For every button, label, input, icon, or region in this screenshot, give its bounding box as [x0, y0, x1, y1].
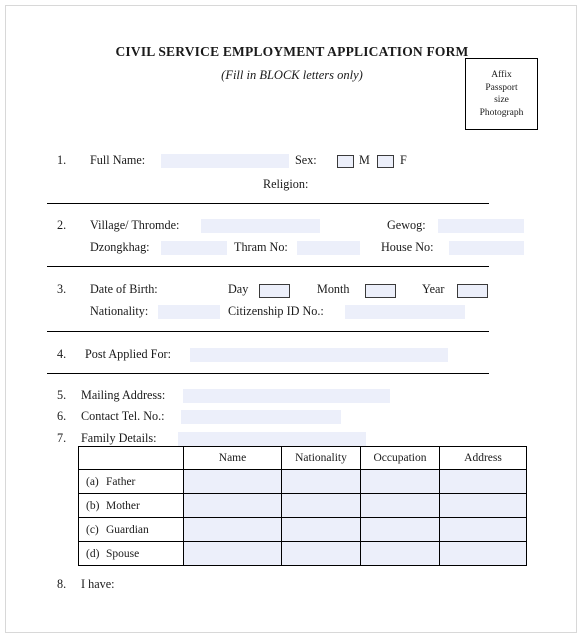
house-no-input[interactable]: [449, 241, 524, 255]
dzongkhag-label: Dzongkhag:: [90, 240, 150, 254]
family-details-table: Name Nationality Occupation Address (a) F…: [78, 446, 527, 566]
citizenship-id-label: Citizenship ID No.:: [228, 304, 324, 318]
row-mark: (c): [86, 523, 99, 536]
day-label: Day: [228, 282, 249, 296]
family-details-input[interactable]: [178, 432, 366, 446]
section-divider-1: [47, 203, 489, 204]
cell-mother-address[interactable]: [439, 493, 527, 518]
row-label-text: Spouse: [106, 547, 140, 560]
house-no-label: House No:: [381, 240, 434, 254]
section-divider-3: [47, 331, 489, 332]
contact-tel-input[interactable]: [181, 410, 341, 424]
village-thromde-label: Village/ Thromde:: [90, 218, 180, 232]
religion-label: Religion:: [263, 177, 309, 191]
family-details-label: Family Details:: [81, 431, 157, 445]
photo-box-line-4: Photograph: [479, 107, 524, 118]
item-1-number: 1.: [57, 153, 67, 167]
cell-guardian-occupation[interactable]: [360, 517, 440, 542]
table-row: (d) Spouse: [78, 541, 527, 566]
cell-guardian-address[interactable]: [439, 517, 527, 542]
table-header-name: Name: [183, 446, 282, 470]
contact-tel-label: Contact Tel. No.:: [81, 409, 165, 423]
gewog-label: Gewog:: [387, 218, 426, 232]
cell-father-name[interactable]: [183, 469, 282, 494]
cell-mother-name[interactable]: [183, 493, 282, 518]
nationality-input[interactable]: [158, 305, 220, 319]
row-mark: (d): [86, 547, 100, 560]
table-header-blank: [78, 446, 184, 470]
mailing-address-label: Mailing Address:: [81, 388, 166, 402]
year-input[interactable]: [457, 284, 488, 298]
table-row: (b) Mother: [78, 493, 527, 518]
affix-photograph-box[interactable]: Affix Passport size Photograph: [465, 58, 538, 130]
cell-spouse-name[interactable]: [183, 541, 282, 566]
post-applied-for-label: Post Applied For:: [85, 347, 172, 361]
table-row: (a) Father: [78, 469, 527, 494]
photo-box-line-1: Affix: [491, 70, 512, 80]
sex-label: Sex:: [295, 153, 317, 167]
table-header-occupation: Occupation: [360, 446, 440, 470]
row-label-spouse: (d) Spouse: [78, 541, 184, 566]
cell-spouse-address[interactable]: [439, 541, 527, 566]
section-divider-4: [47, 373, 489, 374]
cell-father-address[interactable]: [439, 469, 527, 494]
cell-spouse-occupation[interactable]: [360, 541, 440, 566]
table-header-address: Address: [439, 446, 527, 470]
mailing-address-input[interactable]: [183, 389, 390, 403]
cell-mother-nationality[interactable]: [281, 493, 361, 518]
table-header-row: Name Nationality Occupation Address: [78, 446, 527, 470]
day-input[interactable]: [259, 284, 290, 298]
item-6-number: 6.: [57, 409, 67, 423]
sex-male-checkbox[interactable]: [337, 155, 354, 168]
item-7-number: 7.: [57, 431, 67, 445]
i-have-label: I have:: [81, 577, 115, 591]
cell-father-occupation[interactable]: [360, 469, 440, 494]
cell-guardian-name[interactable]: [183, 517, 282, 542]
full-name-label: Full Name:: [90, 153, 146, 167]
month-input[interactable]: [365, 284, 396, 298]
gewog-input[interactable]: [438, 219, 524, 233]
thram-no-input[interactable]: [297, 241, 360, 255]
sex-female-checkbox[interactable]: [377, 155, 394, 168]
row-mark: (a): [86, 475, 99, 488]
cell-father-nationality[interactable]: [281, 469, 361, 494]
row-mark: (b): [86, 499, 100, 512]
nationality-label: Nationality:: [90, 304, 149, 318]
month-label: Month: [317, 282, 350, 296]
thram-no-label: Thram No:: [234, 240, 288, 254]
item-5-number: 5.: [57, 388, 67, 402]
table-row: (c) Guardian: [78, 517, 527, 542]
citizenship-id-input[interactable]: [345, 305, 465, 319]
item-2-number: 2.: [57, 218, 67, 232]
item-4-number: 4.: [57, 347, 67, 361]
section-divider-2: [47, 266, 489, 267]
sex-female-label: F: [400, 153, 407, 167]
date-of-birth-label: Date of Birth:: [90, 282, 158, 296]
row-label-text: Mother: [106, 499, 140, 512]
post-applied-for-input[interactable]: [190, 348, 448, 362]
row-label-text: Guardian: [106, 523, 149, 536]
table-header-nationality: Nationality: [281, 446, 361, 470]
photo-box-line-3: size: [494, 95, 509, 105]
year-label: Year: [422, 282, 445, 296]
application-form-page: CIVIL SERVICE EMPLOYMENT APPLICATION FOR…: [5, 5, 577, 633]
item-8-number: 8.: [57, 577, 67, 591]
cell-spouse-nationality[interactable]: [281, 541, 361, 566]
row-label-mother: (b) Mother: [78, 493, 184, 518]
dzongkhag-input[interactable]: [161, 241, 227, 255]
photo-box-line-2: Passport: [485, 82, 518, 93]
cell-guardian-nationality[interactable]: [281, 517, 361, 542]
sex-male-label: M: [359, 153, 370, 167]
village-thromde-input[interactable]: [201, 219, 320, 233]
row-label-text: Father: [106, 475, 136, 488]
row-label-father: (a) Father: [78, 469, 184, 494]
item-3-number: 3.: [57, 282, 67, 296]
cell-mother-occupation[interactable]: [360, 493, 440, 518]
row-label-guardian: (c) Guardian: [78, 517, 184, 542]
full-name-input[interactable]: [161, 154, 289, 168]
